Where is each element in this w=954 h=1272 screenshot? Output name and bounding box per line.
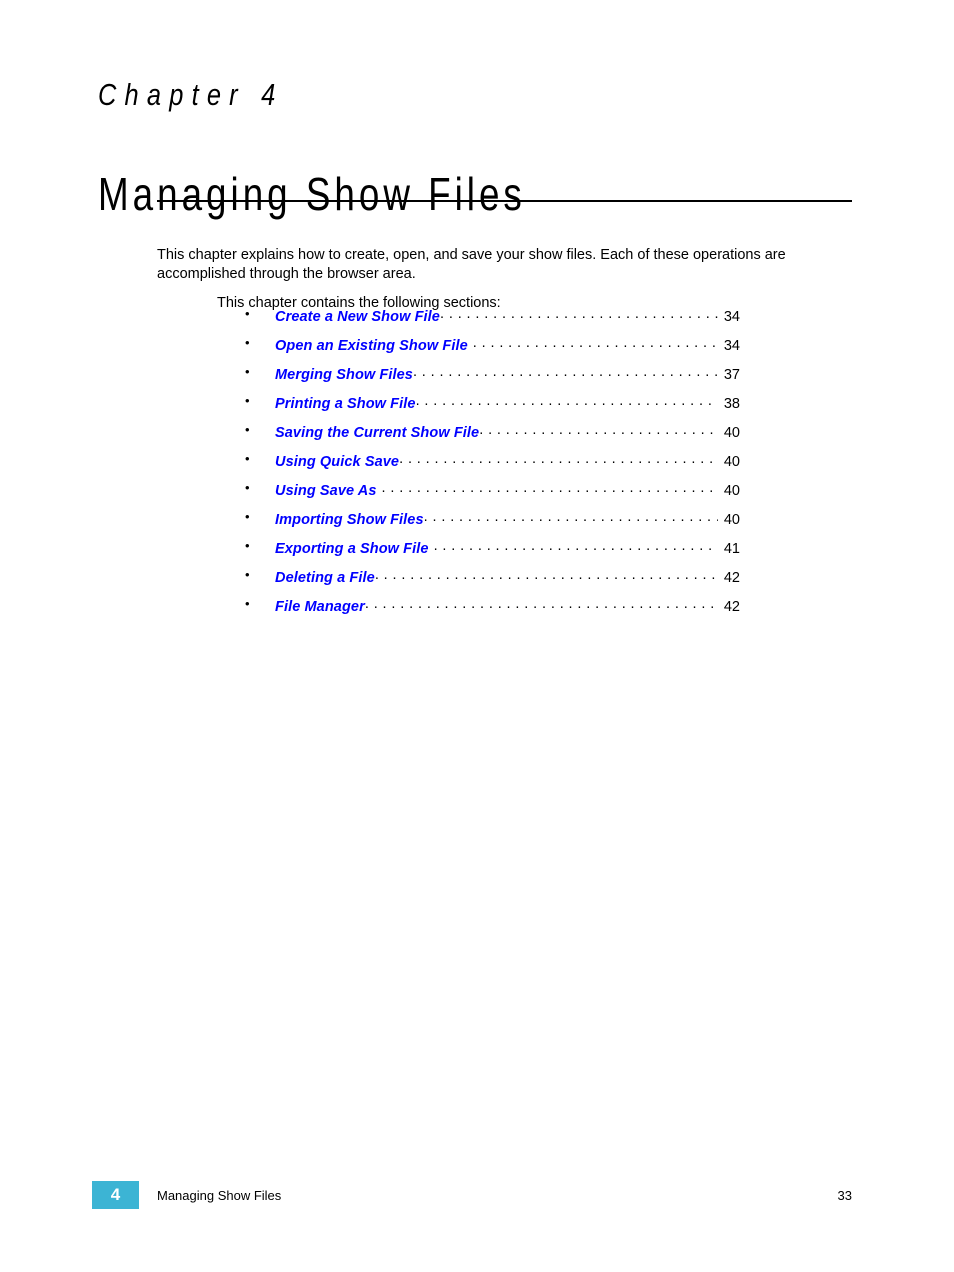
toc-entry-line: Importing Show Files 40 [275,508,740,528]
toc-link[interactable]: Merging Show Files [275,367,413,383]
toc-entry-line: Using Save As 40 [275,479,740,499]
toc-page-number: 34 [723,309,740,325]
bullet-icon: • [245,451,250,466]
toc-entry[interactable]: • Printing a Show File 38 [240,390,740,419]
toc-dot-leader [375,566,718,582]
toc-page-number: 42 [723,599,740,615]
toc-page-number: 34 [723,338,740,354]
page-footer: 4 Managing Show Files 33 [0,1180,954,1220]
toc-dot-leader [399,450,718,466]
toc-dot-leader [382,479,719,495]
toc-entry-line: Open an Existing Show File 34 [275,334,740,354]
chapter-number-badge: 4 [92,1181,139,1209]
toc-page-number: 38 [723,396,740,412]
toc-entry-line: Create a New Show File 34 [275,305,740,325]
toc-entry-line: Deleting a File 42 [275,566,740,586]
toc-dot-leader [473,334,718,350]
toc-dot-leader [413,363,718,379]
toc-link[interactable]: Deleting a File [275,570,375,586]
toc-entry-line: Using Quick Save 40 [275,450,740,470]
toc-dot-leader [424,508,718,524]
toc-link[interactable]: Saving the Current Show File [275,425,479,441]
toc-entry[interactable]: • Merging Show Files 37 [240,361,740,390]
toc-entry[interactable]: • Using Save As 40 [240,477,740,506]
toc-page-number: 37 [723,367,740,383]
bullet-icon: • [245,335,250,350]
bullet-icon: • [245,393,250,408]
toc-link[interactable]: Printing a Show File [275,396,416,412]
toc-link[interactable]: Open an Existing Show File [275,338,468,354]
toc-page-number: 41 [723,541,740,557]
toc-link[interactable]: File Manager [275,599,365,615]
toc-dot-leader [440,305,718,321]
bullet-icon: • [245,480,250,495]
toc-page-number: 40 [723,512,740,528]
toc-entry[interactable]: • File Manager 42 [240,593,740,622]
toc-link[interactable]: Create a New Show File [275,309,440,325]
chapter-eyebrow: Chapter 4 [98,77,284,112]
bullet-icon: • [245,538,250,553]
toc-entry[interactable]: • Exporting a Show File 41 [240,535,740,564]
bullet-icon: • [245,422,250,437]
intro-paragraph: This chapter explains how to create, ope… [157,246,786,282]
toc-entry-line: File Manager 42 [275,595,740,615]
title-divider [157,200,852,202]
toc-entry-line: Exporting a Show File 41 [275,537,740,557]
page-title: Managing Show Files [98,167,526,220]
toc-dot-leader [365,595,718,611]
toc-entry[interactable]: • Open an Existing Show File 34 [240,332,740,361]
toc-page-number: 42 [723,570,740,586]
toc-dot-leader [416,392,718,408]
bullet-icon: • [245,364,250,379]
bullet-icon: • [245,509,250,524]
toc-entry[interactable]: • Using Quick Save 40 [240,448,740,477]
toc-dot-leader [434,537,718,553]
bullet-icon: • [245,306,250,321]
document-page: Chapter 4 Managing Show Files This chapt… [0,0,954,1272]
toc-entry-line: Saving the Current Show File 40 [275,421,740,441]
toc-entry[interactable]: • Importing Show Files 40 [240,506,740,535]
toc-entry-line: Merging Show Files 37 [275,363,740,383]
toc-link[interactable]: Importing Show Files [275,512,424,528]
bullet-icon: • [245,567,250,582]
toc-entry-line: Printing a Show File 38 [275,392,740,412]
toc-page-number: 40 [723,483,740,499]
toc-link[interactable]: Exporting a Show File [275,541,429,557]
footer-chapter-name: Managing Show Files [157,1188,282,1203]
toc-entry[interactable]: • Deleting a File 42 [240,564,740,593]
toc-page-number: 40 [723,425,740,441]
table-of-contents: • Create a New Show File 34 • Open an Existi… [240,303,740,622]
toc-entry[interactable]: • Saving the Current Show File 40 [240,419,740,448]
toc-link[interactable]: Using Save As [275,483,377,499]
toc-entry[interactable]: • Create a New Show File 34 [240,303,740,332]
toc-dot-leader [479,421,718,437]
toc-link[interactable]: Using Quick Save [275,454,399,470]
footer-page-number: 33 [837,1188,852,1203]
toc-page-number: 40 [723,454,740,470]
bullet-icon: • [245,596,250,611]
